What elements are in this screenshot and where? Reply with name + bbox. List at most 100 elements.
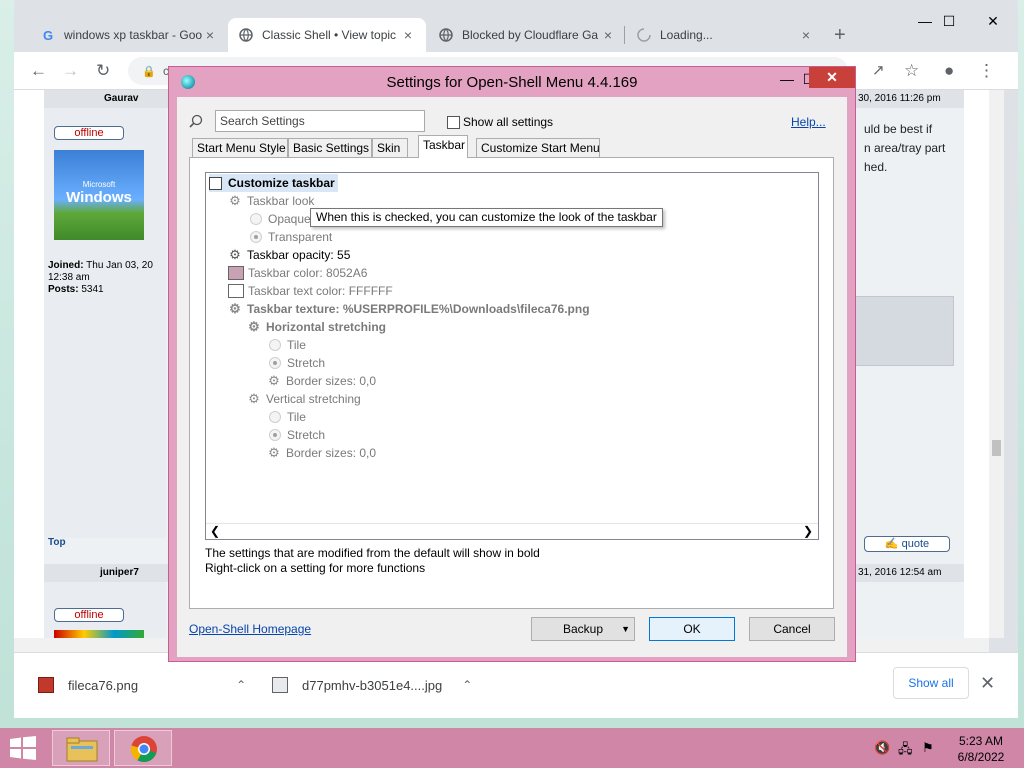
post-author[interactable]: Gaurav xyxy=(104,93,138,104)
quote-icon: ✍ xyxy=(884,538,899,550)
taskbar-look-setting[interactable]: ⚙ Taskbar look xyxy=(228,192,314,210)
tab-cloudflare[interactable]: Blocked by Cloudflare Ga × xyxy=(428,18,626,52)
horizontal-border-sizes-setting[interactable]: ⚙ Border sizes: 0,0 xyxy=(267,372,376,390)
tab-title: Loading... xyxy=(660,28,713,42)
download-item[interactable]: d77pmhv-b3051e4....jpg ⌃ xyxy=(272,671,472,699)
menu-icon[interactable]: ⋮ xyxy=(978,61,995,81)
forward-icon[interactable]: → xyxy=(62,61,79,81)
color-swatch[interactable] xyxy=(228,284,244,298)
joined-value: Thu Jan 03, 20 xyxy=(86,260,153,271)
horizontal-tile-option[interactable]: Tile xyxy=(269,336,306,354)
tab-start-menu-style[interactable]: Start Menu Style xyxy=(192,138,288,157)
taskbar-color-setting[interactable]: Taskbar color: 8052A6 xyxy=(228,264,367,282)
radio-button[interactable] xyxy=(269,411,281,423)
radio-button[interactable] xyxy=(250,231,262,243)
tab-close-button[interactable]: × xyxy=(202,27,218,43)
reload-icon[interactable]: ↻ xyxy=(96,61,110,81)
gear-icon: ⚙ xyxy=(248,391,260,406)
tab-customize-start-menu[interactable]: Customize Start Menu xyxy=(476,138,600,157)
gear-icon: ⚙ xyxy=(248,319,260,334)
tab-close-button[interactable]: × xyxy=(600,27,616,43)
show-all-settings-label[interactable]: Show all settings xyxy=(463,115,553,129)
chevron-up-icon[interactable]: ⌃ xyxy=(236,678,246,692)
radio-button[interactable] xyxy=(269,357,281,369)
maximize-button[interactable]: ☐ xyxy=(934,10,964,32)
taskbar-opacity-setting[interactable]: ⚙ Taskbar opacity: 55 xyxy=(228,246,350,264)
bookmark-star-icon[interactable]: ☆ xyxy=(904,61,919,81)
action-center-icon[interactable]: ⚑ xyxy=(922,740,938,756)
close-downloads-icon[interactable]: ✕ xyxy=(980,673,995,694)
volume-muted-icon[interactable]: 🔇 xyxy=(874,740,890,756)
radio-button[interactable] xyxy=(269,339,281,351)
setting-label: Stretch xyxy=(287,356,326,370)
tooltip: When this is checked, you can customize … xyxy=(310,208,663,227)
open-shell-homepage-link[interactable]: Open-Shell Homepage xyxy=(189,622,311,636)
show-all-downloads-button[interactable]: Show all xyxy=(893,667,969,699)
customize-taskbar-setting[interactable]: Customize taskbar xyxy=(209,174,338,192)
backup-button[interactable]: Backup ▼ xyxy=(531,617,635,641)
transparent-option[interactable]: Transparent xyxy=(250,228,332,246)
tab-basic-settings[interactable]: Basic Settings xyxy=(288,138,372,157)
horizontal-stretching-setting[interactable]: ⚙ Horizontal stretching xyxy=(247,318,386,336)
close-window-button[interactable]: ✕ xyxy=(978,10,1008,32)
chevron-up-icon[interactable]: ⌃ xyxy=(462,678,472,692)
vertical-border-sizes-setting[interactable]: ⚙ Border sizes: 0,0 xyxy=(267,444,376,462)
file-explorer-pin[interactable] xyxy=(52,730,110,766)
tree-horizontal-scrollbar[interactable]: ❮ ❯ xyxy=(206,523,818,539)
top-link[interactable]: Top xyxy=(48,537,66,548)
tab-google-search[interactable]: G windows xp taskbar - Goo × xyxy=(30,18,228,52)
dialog-minimize-button[interactable]: — xyxy=(777,71,797,91)
dropdown-arrow-icon: ▼ xyxy=(621,624,630,634)
customize-taskbar-checkbox[interactable] xyxy=(209,176,222,190)
lock-icon: 🔒 xyxy=(142,66,156,78)
show-all-settings-checkbox[interactable] xyxy=(447,116,460,129)
share-icon[interactable]: ↗ xyxy=(872,61,885,79)
vertical-stretching-setting[interactable]: ⚙ Vertical stretching xyxy=(247,390,361,408)
new-tab-button[interactable]: + xyxy=(834,24,846,47)
page-vertical-scrollbar[interactable] xyxy=(989,90,1004,638)
dialog-titlebar[interactable]: Settings for Open-Shell Menu 4.4.169 — ☐… xyxy=(169,67,855,97)
windows-start-icon[interactable] xyxy=(8,736,38,760)
settings-tree: Customize taskbar ⚙ Taskbar look Opaque … xyxy=(205,172,819,540)
taskbar-text-color-setting[interactable]: Taskbar text color: FFFFFF xyxy=(228,282,393,300)
globe-icon xyxy=(238,27,254,43)
tab-skin[interactable]: Skin xyxy=(372,138,408,157)
ok-button[interactable]: OK xyxy=(649,617,735,641)
tab-close-button[interactable]: × xyxy=(798,27,814,43)
quote-label: quote xyxy=(901,538,930,550)
offline-status-button[interactable]: offline xyxy=(54,608,124,622)
scroll-right-icon[interactable]: ❯ xyxy=(803,524,813,538)
cancel-button[interactable]: Cancel xyxy=(749,617,835,641)
tab-taskbar[interactable]: Taskbar xyxy=(418,135,468,158)
help-link[interactable]: Help... xyxy=(791,115,826,129)
vertical-stretch-option[interactable]: Stretch xyxy=(269,426,325,444)
scrollbar-thumb[interactable] xyxy=(992,440,1001,456)
radio-button[interactable] xyxy=(250,213,262,225)
setting-label: Vertical stretching xyxy=(266,392,361,406)
network-icon[interactable]: 🖧 xyxy=(898,740,914,756)
chrome-pin[interactable] xyxy=(114,730,172,766)
avatar xyxy=(54,630,144,638)
system-clock[interactable]: 5:23 AM 6/8/2022 xyxy=(948,733,1014,765)
dialog-close-button[interactable]: ✕ xyxy=(809,67,855,88)
horizontal-stretch-option[interactable]: Stretch xyxy=(269,354,325,372)
quote-button[interactable]: ✍ quote xyxy=(864,536,950,552)
scroll-left-icon[interactable]: ❮ xyxy=(210,524,220,538)
profile-icon[interactable]: ● xyxy=(944,61,954,81)
post-author[interactable]: juniper7 xyxy=(100,567,139,578)
download-item[interactable]: fileca76.png ⌃ xyxy=(38,671,246,699)
back-icon[interactable]: ← xyxy=(30,61,47,81)
taskbar-texture-setting[interactable]: ⚙ Taskbar texture: %USERPROFILE%\Downloa… xyxy=(228,300,589,318)
vertical-tile-option[interactable]: Tile xyxy=(269,408,306,426)
radio-button[interactable] xyxy=(269,429,281,441)
tab-close-button[interactable]: × xyxy=(400,27,416,43)
offline-status-button[interactable]: offline xyxy=(54,126,124,140)
tab-separator xyxy=(624,26,625,44)
color-swatch[interactable] xyxy=(228,266,244,280)
tab-classic-shell[interactable]: Classic Shell • View topic × xyxy=(228,18,426,52)
code-block xyxy=(854,296,954,366)
tab-loading[interactable]: Loading... × xyxy=(626,18,824,52)
opaque-option[interactable]: Opaque xyxy=(250,210,311,228)
search-icon xyxy=(189,114,203,128)
search-settings-input[interactable] xyxy=(215,110,425,132)
